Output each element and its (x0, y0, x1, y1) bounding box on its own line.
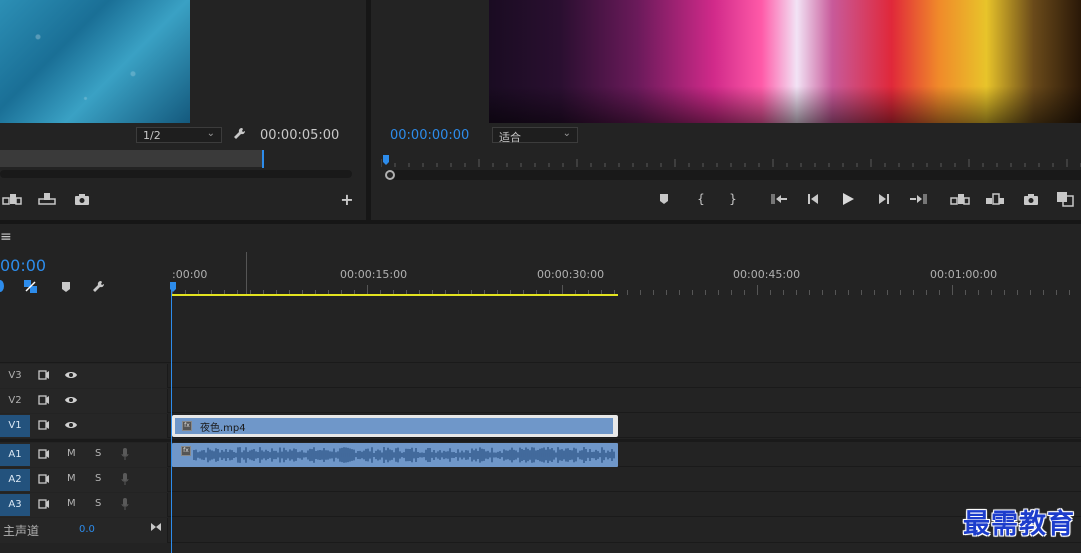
mute-button[interactable]: M (67, 473, 76, 484)
ruler-label-60s: 00:01:00:00 (930, 268, 998, 281)
track-target-v2[interactable]: V2 (0, 390, 30, 412)
mute-button[interactable]: M (67, 448, 76, 459)
microphone-icon[interactable] (121, 498, 129, 514)
sync-lock-icon[interactable] (38, 474, 50, 487)
add-marker-icon[interactable] (657, 193, 671, 208)
step-forward-icon[interactable] (876, 193, 892, 208)
fx-badge: fx (182, 421, 192, 431)
eye-icon[interactable] (64, 370, 78, 383)
go-to-out-icon[interactable] (908, 193, 928, 208)
timeline-timecode[interactable]: 00:00 (0, 256, 46, 275)
insert-icon[interactable] (2, 192, 22, 209)
sync-lock-icon[interactable] (38, 420, 50, 433)
video-audio-divider[interactable] (0, 439, 1081, 442)
mark-out-icon[interactable]: } (726, 192, 740, 206)
source-resolution-select[interactable]: 1/2 ⌄ (136, 127, 222, 143)
track-header-v3: V3 (0, 364, 168, 388)
track-target-a2[interactable]: A2 (0, 469, 30, 491)
work-area-bar[interactable] (172, 294, 618, 296)
source-zoom-scrollbar[interactable] (0, 170, 352, 178)
timeline-settings-wrench-icon[interactable] (92, 280, 106, 294)
program-video-frame (489, 0, 1081, 123)
microphone-icon[interactable] (121, 448, 129, 464)
sync-lock-icon[interactable] (38, 449, 50, 462)
source-monitor-panel: 1/2 ⌄ 00:00:05:00 + (0, 0, 366, 220)
wrench-icon[interactable] (232, 127, 248, 144)
lift-icon[interactable] (950, 192, 970, 209)
track-row-v3: V3 (0, 364, 1081, 388)
program-monitor-panel (371, 0, 1081, 220)
overwrite-icon[interactable] (37, 192, 57, 209)
video-clip-name: 夜色.mp4 (200, 423, 246, 434)
source-timecode[interactable]: 00:00:05:00 (260, 128, 339, 143)
audio-clip[interactable]: fx (172, 443, 618, 467)
track-row-v2: V2 (0, 389, 1081, 413)
solo-button[interactable]: S (95, 498, 101, 509)
eye-icon[interactable] (64, 395, 78, 408)
program-zoom-scrollbar[interactable] (386, 170, 1081, 180)
program-zoom-value: 适合 (499, 131, 521, 144)
linked-selection-icon[interactable] (24, 280, 38, 293)
play-icon[interactable] (840, 192, 856, 209)
track-separator (0, 362, 1081, 363)
comparison-view-icon[interactable] (1055, 191, 1075, 210)
chevron-down-icon: ⌄ (562, 128, 571, 139)
sync-lock-icon[interactable] (38, 370, 50, 383)
track-target-a1[interactable]: A1 (0, 444, 30, 466)
source-resolution-value: 1/2 (143, 129, 161, 142)
source-scrub-area[interactable] (0, 150, 262, 167)
audio-waveform (193, 447, 615, 463)
master-track-label: 主声道 (3, 524, 40, 538)
track-row-a2: A2 M S (0, 468, 1081, 492)
camera-icon[interactable] (74, 192, 90, 209)
track-target-a3[interactable]: A3 (0, 494, 30, 516)
step-back-icon[interactable] (805, 193, 821, 208)
sync-lock-icon[interactable] (38, 499, 50, 512)
microphone-icon[interactable] (121, 473, 129, 489)
track-header-a2: A2 M S (0, 468, 168, 492)
add-button-icon[interactable]: + (340, 192, 354, 208)
track-header-v1: V1 (0, 414, 168, 438)
track-header-a3: A3 M S (0, 493, 168, 517)
timeline-playhead-line[interactable] (171, 282, 172, 553)
program-timecode[interactable]: 00:00:00:00 (390, 128, 469, 143)
sync-lock-icon[interactable] (38, 395, 50, 408)
add-marker-icon[interactable] (60, 281, 72, 293)
track-row-a3: A3 M S (0, 493, 1081, 517)
track-header-v2: V2 (0, 389, 168, 413)
go-to-edit-point-icon[interactable] (150, 522, 162, 535)
program-time-ruler[interactable] (381, 155, 1081, 167)
solo-button[interactable]: S (95, 448, 101, 459)
track-header-a1: A1 M S (0, 443, 168, 467)
video-clip[interactable]: fx 夜色.mp4 (172, 415, 618, 437)
eye-icon[interactable] (64, 420, 78, 433)
mark-in-icon[interactable]: { (694, 192, 708, 206)
extract-icon[interactable] (985, 192, 1005, 209)
track-row-master: 主声道 0.0 (0, 518, 1081, 543)
program-scroll-handle[interactable] (385, 170, 395, 180)
source-video-frame (0, 0, 190, 123)
master-volume-value[interactable]: 0.0 (79, 524, 95, 535)
video-clip-body: fx 夜色.mp4 (175, 418, 613, 434)
program-zoom-select[interactable]: 适合 ⌄ (492, 127, 578, 144)
watermark-logo: 最需教育 (963, 509, 1075, 540)
go-to-in-icon[interactable] (770, 193, 790, 208)
ruler-label-0: :00:00 (172, 268, 208, 281)
solo-button[interactable]: S (95, 473, 101, 484)
export-frame-camera-icon[interactable] (1023, 192, 1039, 209)
waveform-path (193, 447, 615, 463)
ruler-label-45s: 00:00:45:00 (733, 268, 801, 281)
timeline-menu-icon[interactable]: ≡ (0, 229, 12, 245)
source-playhead[interactable] (262, 150, 264, 168)
ruler-label-30s: 00:00:30:00 (537, 268, 605, 281)
chevron-down-icon: ⌄ (206, 128, 215, 139)
track-target-v1[interactable]: V1 (0, 415, 30, 437)
track-header-master: 主声道 0.0 (0, 518, 168, 543)
track-target-v3[interactable]: V3 (0, 365, 30, 387)
ruler-label-15s: 00:00:15:00 (340, 268, 408, 281)
mute-button[interactable]: M (67, 498, 76, 509)
